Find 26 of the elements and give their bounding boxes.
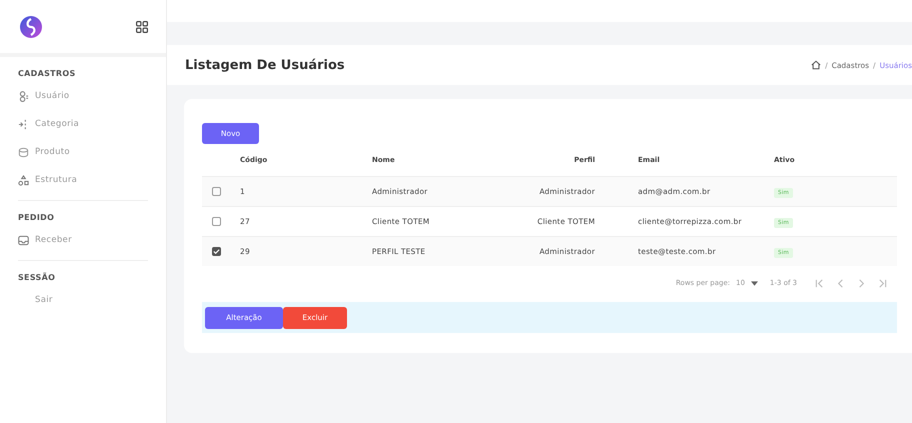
box-icon xyxy=(18,146,29,158)
nav-item[interactable]: Sair xyxy=(18,286,148,314)
section-heading: CADASTROS xyxy=(18,69,77,78)
tree-icon xyxy=(18,118,29,130)
nav-item[interactable]: Produto xyxy=(18,138,148,166)
nav-item[interactable]: Receber xyxy=(18,226,148,254)
grid-icon[interactable] xyxy=(136,20,148,32)
page-title: Listagem De Usuários xyxy=(185,58,345,72)
caret-icon xyxy=(750,280,758,286)
last-page-icon[interactable] xyxy=(878,278,887,288)
logo-icon xyxy=(19,14,43,38)
previous-page-icon[interactable] xyxy=(836,278,845,288)
first-page-icon[interactable] xyxy=(815,278,824,288)
nav-item[interactable]: Categoria xyxy=(18,110,148,138)
inbox-icon xyxy=(18,234,29,246)
section-heading: PEDIDO xyxy=(18,213,56,222)
next-page-icon[interactable] xyxy=(857,278,866,288)
nav-item[interactable]: Estrutura xyxy=(18,166,148,194)
home-icon[interactable] xyxy=(811,60,822,70)
row-checkbox[interactable] xyxy=(212,187,221,196)
nav-item[interactable]: Usuário xyxy=(18,82,148,110)
row-checkbox[interactable] xyxy=(212,217,221,226)
user-icon xyxy=(18,90,29,102)
shapes-icon xyxy=(18,174,29,186)
row-checkbox[interactable] xyxy=(212,247,221,256)
section-heading: SESSÃO xyxy=(18,273,56,282)
